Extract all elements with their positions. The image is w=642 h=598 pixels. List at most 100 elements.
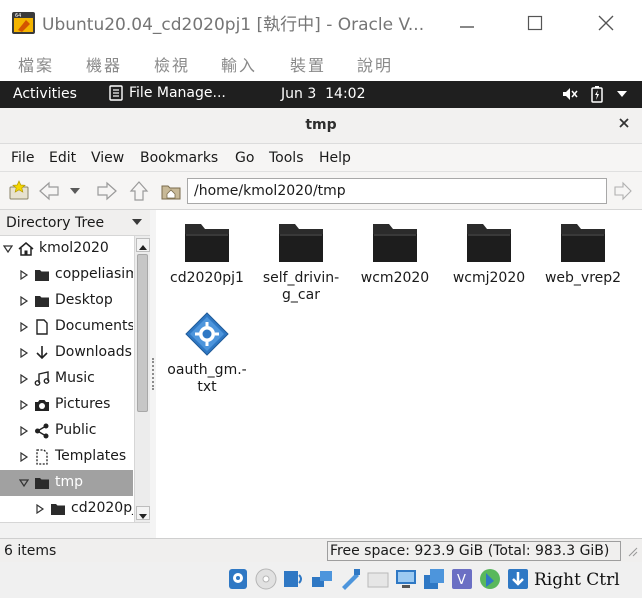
tree-vertical-scrollbar[interactable]	[134, 236, 150, 522]
scroll-down-button[interactable]	[136, 506, 150, 520]
file-item-wcm2020[interactable]: wcm2020	[347, 214, 443, 304]
volume-muted-icon[interactable]	[561, 85, 579, 103]
go-button[interactable]	[612, 180, 634, 202]
folder-icon	[35, 478, 49, 489]
menu-bookmarks[interactable]: Bookmarks	[140, 150, 218, 166]
expander-closed-icon[interactable]	[19, 270, 29, 280]
tree-item-music[interactable]: Music	[0, 366, 133, 392]
scroll-up-button[interactable]	[136, 238, 150, 252]
expander-open-icon[interactable]	[19, 478, 29, 488]
file-name: cd2020pj1	[170, 270, 244, 286]
expander-open-icon[interactable]	[3, 244, 13, 254]
gnome-top-bar: Activities File Manage... Jun 3 14:02	[0, 81, 642, 108]
expander-closed-icon[interactable]	[19, 400, 29, 410]
system-menu-chevron-icon[interactable]	[617, 90, 627, 98]
host-menu-input[interactable]: 輸入	[221, 52, 257, 76]
shared-folder-icon[interactable]	[366, 567, 390, 591]
app-menu-button[interactable]: File Manage...	[109, 85, 226, 101]
expander-closed-icon[interactable]	[35, 504, 45, 514]
document-icon	[36, 319, 48, 335]
menu-file[interactable]: File	[11, 150, 34, 166]
optical-drive-icon[interactable]	[254, 567, 278, 591]
file-item-wcmj2020[interactable]: wcmj2020	[441, 214, 537, 304]
host-menu-machine[interactable]: 機器	[86, 52, 122, 76]
expander-closed-icon[interactable]	[19, 296, 29, 306]
usb-icon[interactable]	[338, 567, 362, 591]
tree-item-documents[interactable]: Documents	[0, 314, 133, 340]
tree-item-desktop[interactable]: Desktop	[0, 288, 133, 314]
close-icon	[598, 15, 614, 31]
file-item-oauth-gm-txt[interactable]: oauth_gm.- txt	[159, 306, 255, 396]
chevron-down-icon	[132, 219, 142, 225]
keyboard-capture-icon[interactable]	[506, 567, 530, 591]
svg-text:V: V	[457, 573, 466, 588]
tree-item-coppeliasim[interactable]: coppeliasim	[0, 262, 133, 288]
tree-item-public[interactable]: Public	[0, 418, 133, 444]
host-window-title: Ubuntu20.04_cd2020pj1 [執行中] - Oracle V..…	[42, 15, 425, 35]
back-button[interactable]	[38, 180, 60, 202]
expander-closed-icon[interactable]	[19, 348, 29, 358]
tree-item-tmp[interactable]: tmp	[0, 470, 133, 496]
tree-item-templates[interactable]: Templates	[0, 444, 133, 470]
expander-closed-icon[interactable]	[19, 426, 29, 436]
host-menu-view[interactable]: 檢視	[154, 52, 190, 76]
file-item-web-vrep2[interactable]: web_vrep2	[535, 214, 631, 304]
back-history-dropdown[interactable]	[68, 180, 82, 202]
menu-help[interactable]: Help	[319, 150, 351, 166]
tree-item-cd2020pj1[interactable]: cd2020pj1	[0, 496, 133, 522]
go-arrow-icon	[614, 181, 632, 201]
mouse-integration-icon[interactable]	[478, 567, 502, 591]
maximize-button[interactable]	[520, 8, 550, 38]
tree-item-label: Music	[55, 370, 95, 386]
host-menu-file[interactable]: 檔案	[18, 52, 54, 76]
menu-go[interactable]: Go	[235, 150, 254, 166]
hard-disk-icon[interactable]	[226, 567, 250, 591]
item-count: 6 items	[4, 543, 57, 559]
video-capture-icon[interactable]	[422, 567, 446, 591]
menu-edit[interactable]: Edit	[49, 150, 76, 166]
tree-item-kmol2020[interactable]: kmol2020	[0, 236, 133, 262]
activities-button[interactable]: Activities	[13, 86, 77, 102]
network-icon[interactable]	[310, 567, 334, 591]
minimize-button[interactable]	[452, 8, 482, 38]
menu-view[interactable]: View	[91, 150, 124, 166]
new-tab-button[interactable]	[8, 180, 30, 202]
tree-item-pictures[interactable]: Pictures	[0, 392, 133, 418]
forward-button[interactable]	[96, 180, 118, 202]
file-name-line-2: g_car	[282, 287, 320, 303]
tree-item-label: cd2020pj1	[71, 500, 133, 516]
battery-charging-icon[interactable]	[590, 85, 604, 103]
file-item-self-driving-car[interactable]: self_drivin-g_car	[253, 214, 349, 304]
directory-tree: kmol2020 coppeliasim Desktop Documents D…	[0, 236, 133, 522]
menu-tools[interactable]: Tools	[269, 150, 304, 166]
folder-icon	[279, 224, 323, 262]
tree-item-downloads[interactable]: Downloads	[0, 340, 133, 366]
window-close-button[interactable]	[618, 117, 630, 133]
expander-closed-icon[interactable]	[19, 322, 29, 332]
location-bar[interactable]	[187, 178, 607, 204]
close-button[interactable]	[591, 8, 621, 38]
download-icon	[36, 346, 48, 360]
expander-closed-icon[interactable]	[19, 374, 29, 384]
file-item-cd2020pj1[interactable]: cd2020pj1	[159, 214, 255, 304]
clock[interactable]: Jun 3 14:02	[281, 86, 365, 102]
share-icon	[35, 423, 49, 439]
folder-icon	[185, 224, 229, 262]
tree-item-label: kmol2020	[39, 240, 109, 256]
host-window-titlebar: 64 Ubuntu20.04_cd2020pj1 [執行中] - Oracle …	[0, 0, 642, 45]
home-button[interactable]	[160, 180, 182, 202]
virtualization-icon[interactable]: V	[450, 567, 474, 591]
tree-horizontal-scrollbar[interactable]	[0, 522, 150, 538]
file-name-line-2: txt	[197, 379, 217, 395]
side-pane-mode-selector[interactable]: Directory Tree	[0, 210, 150, 236]
display-icon[interactable]	[394, 567, 418, 591]
chevron-down-icon	[70, 188, 80, 194]
host-menu-help[interactable]: 說明	[357, 52, 393, 76]
up-button[interactable]	[128, 180, 150, 202]
expander-closed-icon[interactable]	[19, 452, 29, 462]
audio-icon[interactable]	[282, 567, 306, 591]
resize-grip-icon[interactable]	[626, 545, 638, 557]
host-menu-devices[interactable]: 裝置	[290, 52, 326, 76]
scrollbar-thumb[interactable]	[137, 254, 148, 412]
file-name: web_vrep2	[544, 270, 622, 286]
